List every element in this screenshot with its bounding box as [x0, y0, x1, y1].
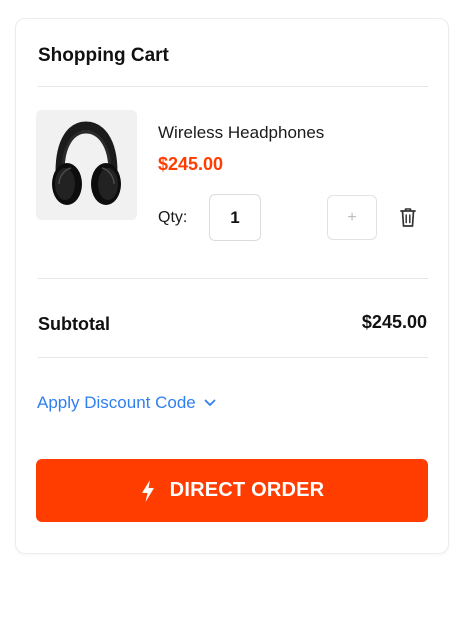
cart-title: Shopping Cart: [38, 45, 169, 66]
apply-discount-toggle[interactable]: Apply Discount Code: [37, 393, 216, 413]
product-price: $245.00: [158, 154, 224, 174]
headphones-image: [36, 110, 137, 220]
subtotal-value: $245.00: [361, 312, 427, 332]
lightning-icon: [141, 479, 154, 502]
header-divider: [38, 86, 428, 87]
quantity-label: Qty:: [158, 209, 188, 226]
item-divider: [38, 278, 428, 279]
product-thumbnail[interactable]: [36, 110, 137, 220]
summary-divider: [38, 357, 428, 358]
increment-button[interactable]: +: [327, 195, 377, 240]
shopping-cart-card: Shopping Cart Wireless Headphones $245.0…: [15, 18, 449, 554]
subtotal-label: Subtotal: [38, 314, 110, 334]
direct-order-label: DIRECT ORDER: [169, 479, 325, 501]
product-name[interactable]: Wireless Headphones: [158, 123, 324, 143]
direct-order-button[interactable]: DIRECT ORDER: [36, 459, 428, 522]
trash-icon[interactable]: [398, 206, 418, 228]
discount-label: Apply Discount Code: [37, 393, 196, 412]
chevron-down-icon: [204, 399, 216, 406]
quantity-input[interactable]: 1: [209, 194, 261, 241]
